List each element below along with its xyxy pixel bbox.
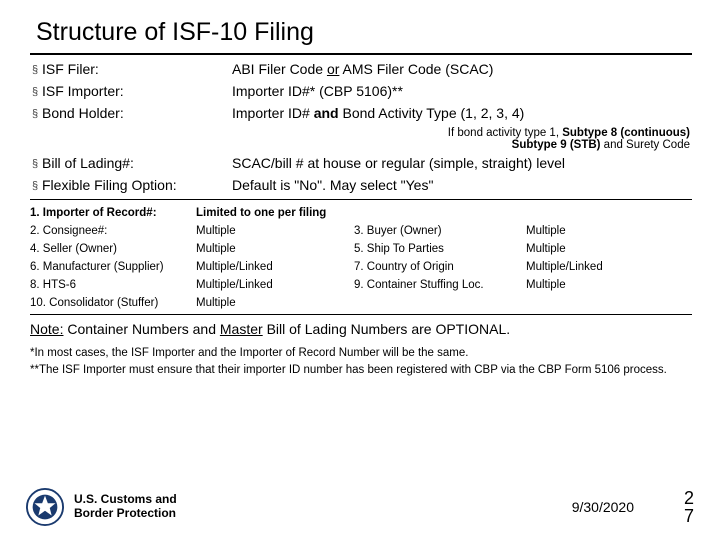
field-value: Importer ID# and Bond Activity Type (1, … [232,105,694,121]
field-label: Flexible Filing Option: [42,177,232,193]
page-number: 27 [654,489,694,525]
title-rule [30,53,692,55]
table-row: 8. HTS-6Multiple/Linked9. Container Stuf… [30,276,692,294]
optional-note: Note: Container Numbers and Master Bill … [30,321,692,337]
divider [30,314,692,315]
field-label: ISF Filer: [42,61,232,77]
bullet-icon: § [32,105,42,123]
bullet-icon: § [32,155,42,173]
table-row: 1. Importer of Record#:Limited to one pe… [30,204,692,222]
field-label: Bill of Lading#: [42,155,232,171]
bullet-icon: § [32,177,42,195]
page-title: Structure of ISF-10 Filing [36,18,694,47]
bond-note: If bond activity type 1, Subtype 8 (cont… [28,127,690,151]
table-row: 10. Consolidator (Stuffer)Multiple [30,294,692,312]
table-row: 2. Consignee#:Multiple3. Buyer (Owner)Mu… [30,222,692,240]
footnote-1: *In most cases, the ISF Importer and the… [30,347,692,359]
field-label: ISF Importer: [42,83,232,99]
field-value: ABI Filer Code or AMS Filer Code (SCAC) [232,61,694,77]
footer: U.S. Customs and Border Protection 9/30/… [26,488,694,526]
bullet-icon: § [32,61,42,79]
field-value: Default is "No". May select "Yes" [232,177,694,193]
list-item: §ISF Filer:ABI Filer Code or AMS Filer C… [28,61,694,79]
table-row: 4. Seller (Owner)Multiple5. Ship To Part… [30,240,692,258]
footnote-2: **The ISF Importer must ensure that thei… [30,364,692,376]
data-elements-table: 1. Importer of Record#:Limited to one pe… [30,204,692,312]
slide-date: 9/30/2020 [572,499,634,515]
slide: Structure of ISF-10 Filing §ISF Filer:AB… [0,0,720,540]
list-item: §Flexible Filing Option:Default is "No".… [28,177,694,195]
table-row: 6. Manufacturer (Supplier)Multiple/Linke… [30,258,692,276]
field-value: SCAC/bill # at house or regular (simple,… [232,155,694,171]
field-value: Importer ID#* (CBP 5106)** [232,83,694,99]
list-item: §ISF Importer:Importer ID#* (CBP 5106)** [28,83,694,101]
dhs-seal-icon [26,488,64,526]
divider [30,199,692,200]
list-item: §Bill of Lading#:SCAC/bill # at house or… [28,155,694,173]
agency-logo: U.S. Customs and Border Protection [26,488,177,526]
list-item: §Bond Holder:Importer ID# and Bond Activ… [28,105,694,123]
field-label: Bond Holder: [42,105,232,121]
agency-name: U.S. Customs and Border Protection [74,493,177,521]
bullet-icon: § [32,83,42,101]
